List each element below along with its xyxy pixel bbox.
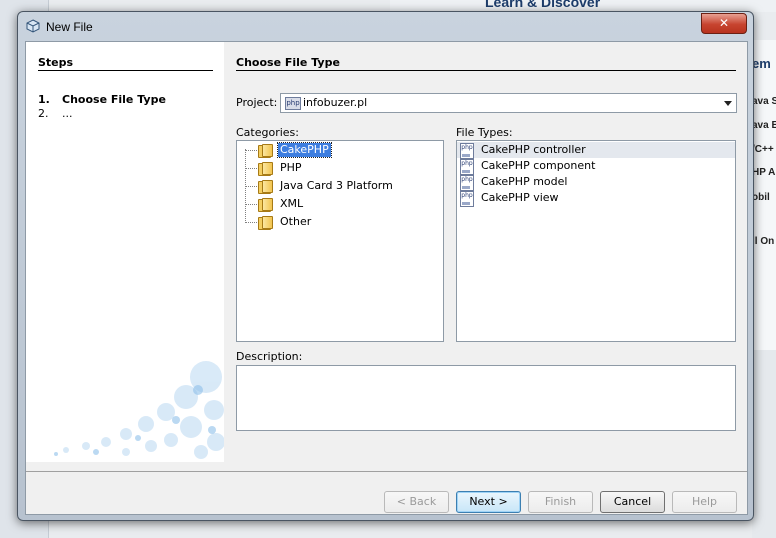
category-label: Java Card 3 Platform bbox=[280, 179, 393, 192]
step-2: 2.... bbox=[38, 107, 73, 120]
categories-tree[interactable]: CakePHP PHP Java Card 3 Platform XML Oth bbox=[236, 140, 444, 342]
category-label: XML bbox=[280, 197, 304, 210]
steps-divider bbox=[38, 70, 213, 71]
php-file-icon: php bbox=[460, 159, 474, 175]
category-item-cakephp[interactable]: CakePHP bbox=[245, 142, 435, 158]
file-type-item[interactable]: php CakePHP controller bbox=[457, 142, 735, 159]
folder-icon bbox=[258, 215, 273, 230]
file-type-item[interactable]: php CakePHP view bbox=[457, 190, 735, 207]
dialog-content: Steps 1. Choose File Type 2.... Choose F… bbox=[25, 41, 748, 515]
folder-icon bbox=[258, 197, 273, 212]
file-type-item[interactable]: php CakePHP model bbox=[457, 174, 735, 191]
step-number: 2. bbox=[38, 107, 49, 120]
file-type-item[interactable]: php CakePHP component bbox=[457, 158, 735, 175]
category-label: Other bbox=[280, 215, 312, 228]
folder-icon bbox=[258, 143, 273, 158]
tree-connector bbox=[245, 150, 257, 151]
category-item-other[interactable]: Other bbox=[245, 214, 435, 230]
file-types-label: File Types: bbox=[456, 126, 513, 139]
back-button[interactable]: < Back bbox=[384, 491, 449, 513]
category-item-php[interactable]: PHP bbox=[245, 160, 435, 176]
chevron-down-icon[interactable] bbox=[724, 101, 732, 106]
step-1: 1. Choose File Type bbox=[38, 93, 166, 106]
categories-label: Categories: bbox=[236, 126, 299, 139]
project-dropdown[interactable]: php infobuzer.pl bbox=[280, 93, 737, 113]
file-type-label: CakePHP model bbox=[481, 175, 568, 188]
description-label: Description: bbox=[236, 350, 303, 363]
bg-fragment: HP A bbox=[752, 167, 776, 178]
php-project-icon: php bbox=[285, 97, 301, 110]
footer-divider bbox=[26, 471, 747, 472]
php-file-icon: php bbox=[460, 191, 474, 207]
page-title: Choose File Type bbox=[236, 56, 340, 69]
steps-title: Steps bbox=[38, 56, 74, 69]
tree-connector bbox=[245, 186, 257, 187]
title-divider bbox=[236, 70, 736, 71]
php-file-icon: php bbox=[460, 143, 474, 159]
decorative-bubbles-image bbox=[54, 361, 224, 459]
folder-icon bbox=[258, 179, 273, 194]
finish-button[interactable]: Finish bbox=[528, 491, 593, 513]
close-button[interactable]: ✕ bbox=[701, 13, 747, 34]
bg-fragment: ll On bbox=[752, 236, 775, 247]
title-bar[interactable]: New File ✕ bbox=[18, 12, 753, 40]
php-file-icon: php bbox=[460, 175, 474, 191]
step-label: ... bbox=[62, 107, 73, 120]
category-item-java-card[interactable]: Java Card 3 Platform bbox=[245, 178, 435, 194]
tree-connector bbox=[245, 168, 257, 169]
ide-background-right-panel: em ava S ava E /C++ HP A obil ll On bbox=[752, 40, 776, 350]
category-label: PHP bbox=[280, 161, 302, 174]
step-label: Choose File Type bbox=[62, 93, 166, 106]
file-type-label: CakePHP view bbox=[481, 191, 559, 204]
file-types-list[interactable]: php CakePHP controller php CakePHP compo… bbox=[456, 140, 736, 342]
folder-icon bbox=[258, 161, 273, 176]
tree-connector bbox=[245, 222, 257, 223]
bg-fragment: em bbox=[752, 56, 771, 71]
cancel-button[interactable]: Cancel bbox=[600, 491, 665, 513]
tree-connector bbox=[245, 204, 257, 205]
bg-fragment: obil bbox=[752, 192, 770, 203]
steps-panel: Steps 1. Choose File Type 2.... bbox=[26, 42, 224, 462]
step-number: 1. bbox=[38, 93, 50, 106]
new-file-dialog: New File ✕ Steps 1. Choose File Type 2...… bbox=[17, 11, 754, 521]
netbeans-cube-icon bbox=[26, 19, 40, 33]
learn-discover-heading: Learn & Discover bbox=[485, 0, 601, 10]
bg-fragment: ava E bbox=[752, 120, 776, 131]
project-label: Project: bbox=[236, 96, 278, 109]
file-type-label: CakePHP controller bbox=[481, 143, 586, 156]
bg-fragment: /C++ bbox=[752, 144, 774, 155]
category-label: CakePHP bbox=[277, 142, 332, 158]
project-value: infobuzer.pl bbox=[303, 96, 368, 109]
file-type-label: CakePHP component bbox=[481, 159, 596, 172]
help-button[interactable]: Help bbox=[672, 491, 737, 513]
category-item-xml[interactable]: XML bbox=[245, 196, 435, 212]
description-box bbox=[236, 365, 736, 431]
next-button[interactable]: Next > bbox=[456, 491, 521, 513]
bg-fragment: ava S bbox=[752, 96, 776, 107]
window-title: New File bbox=[46, 20, 93, 34]
ide-background-lower bbox=[752, 350, 776, 538]
